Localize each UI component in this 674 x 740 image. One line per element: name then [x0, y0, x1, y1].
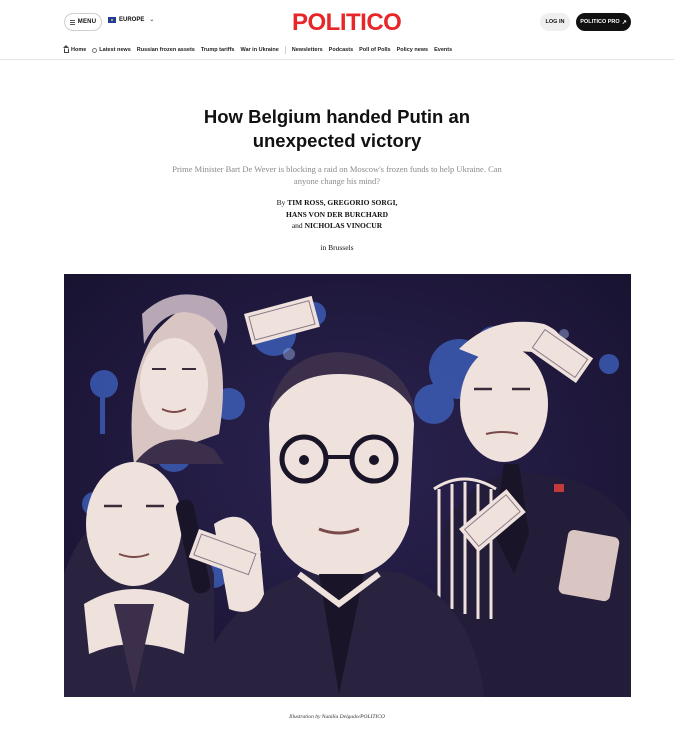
nav-item-war-in-ukraine[interactable]: War in Ukraine: [240, 47, 278, 53]
site-header: MENU EUROPE ⌄ POLITICO LOG IN POLITICO P…: [0, 0, 674, 44]
nav-item-podcasts[interactable]: Podcasts: [329, 47, 353, 53]
illustration-caption: Illustration by Natália Delgado/POLITICO: [289, 714, 385, 720]
pro-label: POLITICO PRO: [580, 19, 620, 25]
nav-item-russian-frozen-assets[interactable]: Russian frozen assets: [137, 47, 195, 53]
nav-item-home[interactable]: Home: [63, 44, 86, 53]
article-headline: How Belgium handed Putin an unexpected v…: [203, 106, 471, 151]
external-link-icon: ↗: [621, 19, 627, 26]
byline-authors-1[interactable]: TIM ROSS, GREGORIO SORGI,: [287, 198, 397, 207]
menu-button[interactable]: MENU: [64, 13, 102, 31]
header-divider: [0, 59, 674, 60]
edition-selector[interactable]: EUROPE ⌄: [108, 16, 154, 23]
login-button[interactable]: LOG IN: [540, 13, 570, 31]
dateline: in Brussels: [320, 243, 354, 252]
byline-authors-3[interactable]: NICHOLAS VINOCUR: [305, 221, 383, 230]
nav-item-poll-of-polls[interactable]: Poll of Polls: [359, 47, 390, 53]
chevron-down-icon: ⌄: [149, 17, 155, 23]
nav-item-newsletters[interactable]: Newsletters: [292, 47, 323, 53]
home-icon: [63, 44, 69, 53]
illustration-artwork: [64, 274, 631, 697]
hamburger-icon: [69, 19, 75, 25]
byline-authors-2[interactable]: HANS VON DER BURCHARD: [286, 210, 388, 219]
byline-by: By: [276, 198, 286, 207]
politico-pro-button[interactable]: POLITICO PRO ↗: [576, 13, 631, 31]
eu-flag-icon: [108, 16, 116, 23]
politico-logo[interactable]: POLITICO: [292, 9, 402, 37]
menu-label: MENU: [77, 19, 97, 25]
main-nav: Home Latest news Russian frozen assets T…: [63, 44, 452, 56]
byline-and: and: [291, 221, 303, 230]
nav-divider: [284, 46, 286, 54]
nav-item-events[interactable]: Events: [434, 47, 452, 53]
clock-icon: [92, 47, 98, 53]
hero-illustration: [64, 274, 631, 697]
nav-item-trump-tariffs[interactable]: Trump tariffs: [201, 47, 235, 53]
nav-item-policy-news[interactable]: Policy news: [397, 47, 429, 53]
byline: By TIM ROSS, GREGORIO SORGI, HANS VON DE…: [200, 197, 474, 232]
nav-item-latest-news[interactable]: Latest news: [92, 47, 131, 53]
edition-label: EUROPE: [119, 16, 145, 23]
article-dek: Prime Minister Bart De Wever is blocking…: [172, 164, 502, 186]
